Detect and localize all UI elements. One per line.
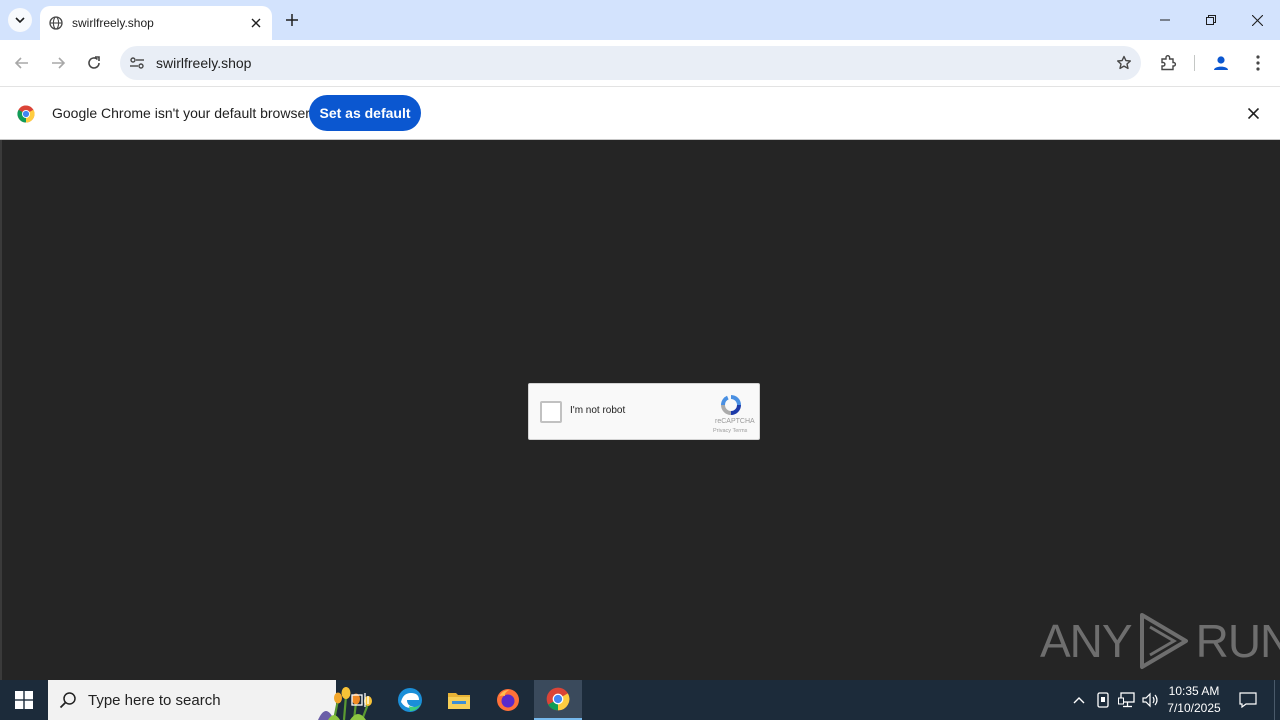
reload-button[interactable] [78,47,110,79]
captcha-terms-link[interactable]: Privacy Terms [713,428,747,434]
toolbar-divider [1194,55,1195,71]
taskbar-search[interactable]: Type here to search [48,680,372,720]
tray-device-icon[interactable] [1092,680,1114,720]
chevron-down-icon [15,17,25,24]
watermark-left-text: ANY [1040,615,1133,667]
anyrun-watermark: ANY RUN [1040,610,1280,672]
menu-button[interactable] [1242,47,1274,79]
back-button[interactable] [6,47,38,79]
minimize-button[interactable] [1142,0,1188,40]
url-text[interactable]: swirlfreely.shop [156,55,1107,71]
site-info-icon[interactable] [120,46,154,80]
task-view-button[interactable] [336,680,384,720]
arrow-left-icon [14,57,28,69]
page-content: I'm not robot reCAPTCHA Privacy Terms AN… [0,140,1280,680]
chrome-icon [546,687,570,711]
title-bar: swirlfreely.shop [0,0,1280,40]
set-as-default-button[interactable]: Set as default [309,95,421,131]
reload-icon [88,56,100,69]
kebab-menu-icon [1256,55,1260,71]
system-clock[interactable]: 10:35 AM 7/10/2025 [1162,683,1226,717]
chevron-up-icon [1073,697,1085,704]
captcha-brand: reCAPTCHA [715,418,755,425]
new-tab-button[interactable] [280,8,304,32]
minimize-icon [1160,19,1170,21]
active-tab[interactable]: swirlfreely.shop [40,6,272,40]
restore-button[interactable] [1188,0,1234,40]
bookmark-star-icon[interactable] [1107,46,1141,80]
start-button[interactable] [0,680,48,720]
tab-search-button[interactable] [8,8,32,32]
forward-button[interactable] [42,47,74,79]
folder-icon [448,693,470,709]
search-placeholder: Type here to search [88,691,221,709]
taskbar-file-explorer[interactable] [435,680,483,720]
taskbar-chrome[interactable] [534,680,582,720]
windows-taskbar: Type here to search 10:35 AM 7/10/2025 [0,680,1280,720]
firefox-icon [497,689,519,711]
infobar-close-icon[interactable] [1243,103,1263,123]
chrome-logo-icon [17,105,35,123]
volume-icon[interactable] [1140,680,1162,720]
taskbar-edge[interactable] [386,680,434,720]
avatar-icon [1214,56,1228,70]
close-icon [1251,14,1263,26]
default-browser-infobar: Google Chrome isn't your default browser… [0,86,1280,140]
windows-logo-icon [15,691,33,709]
taskbar-firefox[interactable] [484,680,532,720]
edge-icon [398,688,422,712]
notification-center-button[interactable] [1234,680,1262,720]
network-icon[interactable] [1116,680,1138,720]
show-desktop-button[interactable] [1274,680,1280,720]
tab-title: swirlfreely.shop [72,16,154,30]
close-window-button[interactable] [1234,0,1280,40]
captcha-widget: I'm not robot reCAPTCHA Privacy Terms [528,383,760,440]
arrow-right-icon [52,57,66,69]
watermark-right-text: RUN [1195,615,1280,667]
address-bar[interactable]: swirlfreely.shop [120,46,1141,80]
notification-icon [1239,692,1257,708]
browser-toolbar: swirlfreely.shop [0,40,1280,86]
puzzle-icon [1161,55,1177,71]
globe-icon [48,15,64,31]
search-icon [48,691,88,709]
restore-icon [1206,15,1216,25]
clock-date: 7/10/2025 [1167,701,1221,715]
close-tab-icon[interactable] [248,15,264,31]
play-icon [1139,613,1188,669]
extensions-button[interactable] [1152,47,1184,79]
infobar-message: Google Chrome isn't your default browser [52,105,310,121]
captcha-checkbox[interactable] [540,401,562,423]
show-hidden-icons-button[interactable] [1068,680,1090,720]
recaptcha-logo-icon [720,395,741,415]
profile-button[interactable] [1205,47,1237,79]
captcha-label: I'm not robot [570,405,626,416]
clock-time: 10:35 AM [1168,684,1220,698]
task-view-icon [351,693,369,707]
plus-icon [286,14,298,26]
